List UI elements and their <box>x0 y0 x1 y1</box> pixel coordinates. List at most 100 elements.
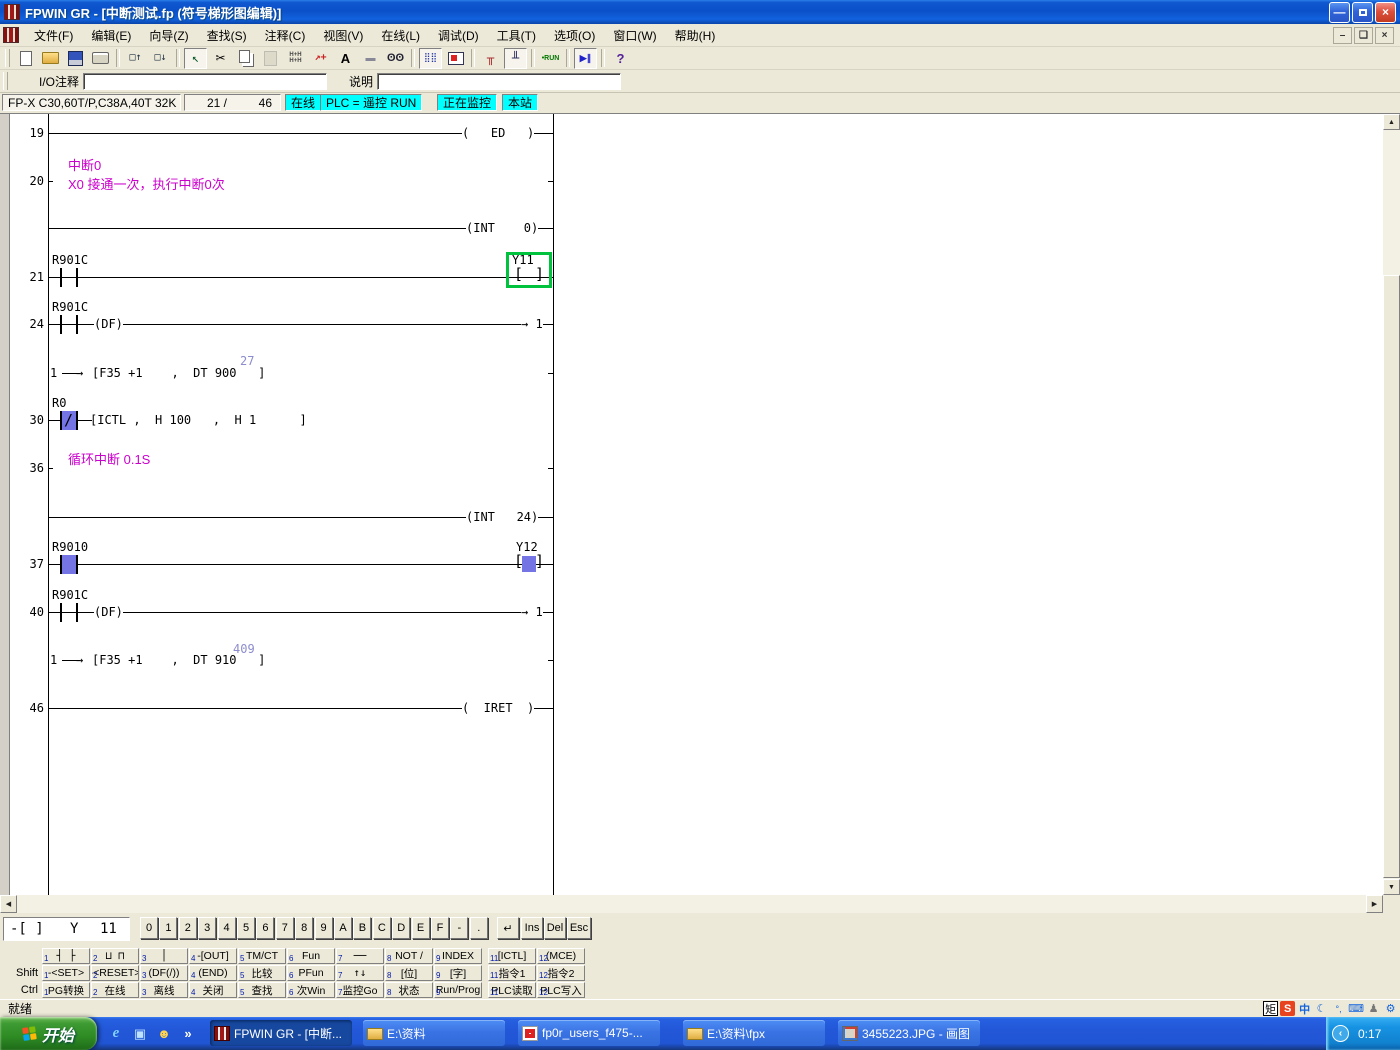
mdi-minimize-button[interactable]: – <box>1333 27 1352 44</box>
fkey-f12[interactable]: 12(MCE) <box>537 948 585 964</box>
ie-icon[interactable]: e <box>107 1025 125 1043</box>
fkey-f9[interactable]: 9INDEX <box>434 948 482 964</box>
instruction-text[interactable]: → 1 <box>521 317 543 331</box>
rung-insert-button[interactable]: ▬ <box>359 48 382 69</box>
key-3[interactable]: 3 <box>198 917 216 939</box>
jump-button[interactable]: ↗+ <box>309 48 332 69</box>
restore-button[interactable] <box>1352 2 1373 23</box>
contact-r9010[interactable] <box>60 555 78 574</box>
key-enter[interactable]: ↵ <box>497 917 519 939</box>
menu-item[interactable]: 窗口(W) <box>604 24 665 47</box>
menu-item[interactable]: 在线(L) <box>372 24 429 47</box>
contact-r901c[interactable] <box>60 603 78 622</box>
fkey-shift-f4[interactable]: 4(END) <box>189 965 237 981</box>
menu-item[interactable]: 编辑(E) <box>82 24 140 47</box>
copy-button[interactable] <box>234 48 257 69</box>
fkey-f8[interactable]: 8NOT / <box>385 948 433 964</box>
save-button[interactable] <box>64 48 87 69</box>
menu-item[interactable]: 调试(D) <box>429 24 488 47</box>
vertical-scroll-thumb[interactable] <box>1383 275 1400 878</box>
instruction-text[interactable]: (INT 0) <box>466 221 538 235</box>
tray-chevron-icon[interactable]: ‹ <box>1332 1025 1349 1042</box>
menu-item[interactable]: 选项(O) <box>545 24 604 47</box>
fkey-ctrl-f7[interactable]: 7监控Go <box>336 982 384 998</box>
mdi-restore-button[interactable]: ❏ <box>1354 27 1373 44</box>
fkey-ctrl-f4[interactable]: 4关闭 <box>189 982 237 998</box>
fkey-ctrl-f11[interactable]: 11PLC读取 <box>488 982 536 998</box>
key--[interactable]: - <box>450 917 468 939</box>
fkey-shift-f8[interactable]: 8[位] <box>385 965 433 981</box>
ladder-editor[interactable]: 192021243036374046R901CR901CR0/R9010R901… <box>0 114 1383 895</box>
qq-icon[interactable]: ☻ <box>155 1025 173 1043</box>
taskbar-task[interactable]: fp0r_users_f475-... <box>518 1020 660 1046</box>
fkey-ctrl-f12[interactable]: 12PLC写入 <box>537 982 585 998</box>
key-C[interactable]: C <box>373 917 391 939</box>
key-E[interactable]: E <box>412 917 430 939</box>
menu-item[interactable]: 工具(T) <box>488 24 545 47</box>
lang-chinese[interactable]: 中 <box>1297 1001 1312 1016</box>
vertical-scrollbar[interactable]: ▲ ▼ <box>1383 114 1400 895</box>
plc-offline-button[interactable]: ╨ <box>504 48 527 69</box>
coil-y12[interactable]: [] <box>514 554 544 574</box>
menu-item[interactable]: 向导(Z) <box>140 24 197 47</box>
key-0[interactable]: 0 <box>140 917 158 939</box>
fkey-shift-f1[interactable]: 1-<SET> <box>42 965 90 981</box>
taskbar-task[interactable]: 3455223.JPG - 画图 <box>838 1020 980 1046</box>
menu-item[interactable]: 文件(F) <box>25 24 82 47</box>
instruction-text[interactable]: ( IRET ) <box>462 701 534 715</box>
text-comment-button[interactable]: A <box>334 48 357 69</box>
key-ins[interactable]: Ins <box>521 917 543 939</box>
taskbar-task[interactable]: E:\资料\fpx <box>683 1020 825 1046</box>
contact-r901c[interactable] <box>60 315 78 334</box>
taskbar-task[interactable]: E:\资料 <box>363 1020 505 1046</box>
key-A[interactable]: A <box>334 917 352 939</box>
start-button[interactable]: 开始 <box>0 1017 97 1050</box>
fkey-shift-f2[interactable]: 2-<RESET> <box>91 965 139 981</box>
fkey-f3[interactable]: 3│ <box>140 948 188 964</box>
download-to-plc-button[interactable]: □↑ <box>124 48 147 69</box>
io-comment-button[interactable]: H+HH+H <box>284 48 307 69</box>
key-4[interactable]: 4 <box>218 917 236 939</box>
key-D[interactable]: D <box>392 917 410 939</box>
fkey-shift-f9[interactable]: 9[字] <box>434 965 482 981</box>
instruction-text[interactable]: → 1 <box>521 605 543 619</box>
ime-punct[interactable]: °, <box>1331 1001 1346 1016</box>
menu-item[interactable]: 帮助(H) <box>666 24 725 47</box>
key-5[interactable]: 5 <box>237 917 255 939</box>
key-esc[interactable]: Esc <box>567 917 591 939</box>
monitor-display-button[interactable]: ⣿⣿ <box>419 48 442 69</box>
key-7[interactable]: 7 <box>276 917 294 939</box>
description-input[interactable] <box>377 73 621 90</box>
fkey-shift-f7[interactable]: 7↑↓ <box>336 965 384 981</box>
settings-icon[interactable]: ⚙ <box>1383 1001 1398 1016</box>
scroll-right-button[interactable]: ▶ <box>1366 895 1383 913</box>
upload-from-plc-button[interactable]: □↓ <box>149 48 172 69</box>
fkey-f2[interactable]: 2⊔ ⊓ <box>91 948 139 964</box>
instruction-text[interactable]: (DF) <box>94 317 123 331</box>
fkey-shift-f11[interactable]: 11指令1 <box>488 965 536 981</box>
contact-r901c[interactable] <box>60 268 78 287</box>
instruction-text[interactable]: (DF) <box>94 605 123 619</box>
taskbar-task[interactable]: FPWIN GR - [中断... <box>210 1020 352 1046</box>
cut-button[interactable]: ✂ <box>209 48 232 69</box>
fkey-f7[interactable]: 7── <box>336 948 384 964</box>
fkey-ctrl-f8[interactable]: 8状态 <box>385 982 433 998</box>
key-del[interactable]: Del <box>544 917 566 939</box>
key-B[interactable]: B <box>353 917 371 939</box>
menu-item[interactable]: 查找(S) <box>198 24 256 47</box>
select-mode-button[interactable]: ↖ <box>184 48 207 69</box>
menu-item[interactable]: 注释(C) <box>256 24 315 47</box>
desktop-icon[interactable]: ▣ <box>131 1025 149 1043</box>
status-display-button[interactable] <box>444 48 467 69</box>
ime-box[interactable]: 矩 <box>1263 1001 1278 1016</box>
fkey-ctrl-f2[interactable]: 2在线 <box>91 982 139 998</box>
instruction-text[interactable]: (INT 24) <box>466 510 538 524</box>
run-mode-button[interactable]: •RUN <box>539 48 562 69</box>
close-button[interactable]: × <box>1375 2 1396 23</box>
fkey-ctrl-f5[interactable]: 5查找 <box>238 982 286 998</box>
print-button[interactable] <box>89 48 112 69</box>
fkey-f4[interactable]: 4-[OUT] <box>189 948 237 964</box>
fkey-ctrl-f3[interactable]: 3离线 <box>140 982 188 998</box>
key-2[interactable]: 2 <box>179 917 197 939</box>
key-8[interactable]: 8 <box>295 917 313 939</box>
